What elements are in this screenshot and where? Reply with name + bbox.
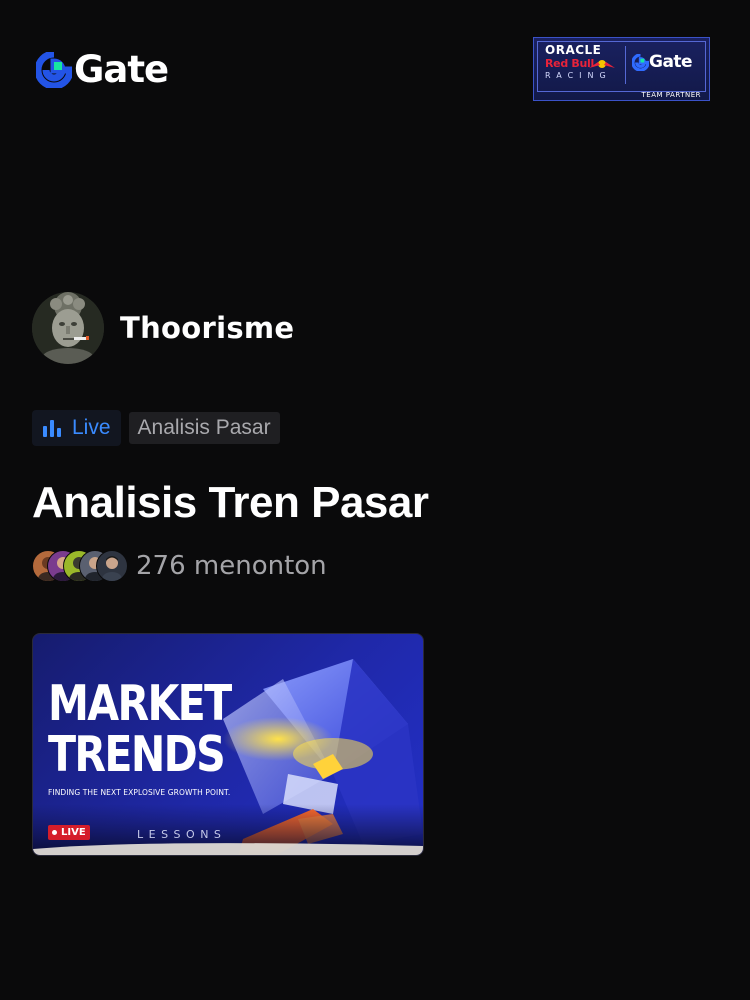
partner-oracle-text: ORACLE (545, 43, 602, 57)
live-dot-icon (52, 830, 57, 835)
viewer-avatar-stack (32, 550, 128, 582)
avatar[interactable] (32, 292, 104, 364)
live-tag: Live (32, 410, 121, 446)
live-bars-icon (43, 420, 61, 437)
viewer-count: 276 menonton (136, 551, 327, 581)
viewer-avatar (96, 550, 128, 582)
viewer-summary: 276 menonton (32, 550, 327, 582)
gate-brand-logo[interactable]: Gate (36, 48, 169, 91)
redbull-bulls-icon (589, 60, 615, 68)
cover-subtitle: FINDING THE NEXT EXPLOSIVE GROWTH POINT. (48, 788, 231, 797)
partner-gate-name: Gate (649, 52, 693, 72)
cover-lessons-label: LESSONS (137, 828, 227, 841)
category-tag[interactable]: Analisis Pasar (128, 412, 280, 444)
cover-title-line1: MARKET (48, 675, 232, 732)
partner-racing-text: RACING (545, 71, 612, 80)
gate-logo-small-icon (632, 53, 649, 71)
streamer-name[interactable]: Thoorisme (120, 311, 294, 345)
brand-name: Gate (74, 48, 169, 91)
stream-title: Analisis Tren Pasar (32, 478, 429, 527)
category-tag-label: Analisis Pasar (137, 416, 271, 439)
partner-redbull-text: Red Bull (545, 57, 594, 70)
streamer-profile[interactable]: Thoorisme (32, 292, 294, 364)
cover-live-badge: LIVE (48, 825, 90, 840)
partner-caption: TEAM PARTNER (641, 91, 701, 99)
gate-logo-icon (36, 52, 72, 88)
statue-avatar-image (32, 292, 104, 364)
partner-gate-logo: Gate (632, 52, 693, 72)
partner-badge: ORACLE Red Bull RACING Gate TEAM PARTNER (533, 37, 710, 101)
stream-tags: Live Analisis Pasar (32, 410, 280, 446)
cover-live-label: LIVE (61, 827, 86, 838)
stream-cover[interactable]: MARKET TRENDS FINDING THE NEXT EXPLOSIVE… (32, 633, 424, 856)
cover-title-line2: TRENDS (48, 726, 226, 783)
partner-divider (625, 46, 626, 84)
live-tag-label: Live (72, 416, 111, 439)
